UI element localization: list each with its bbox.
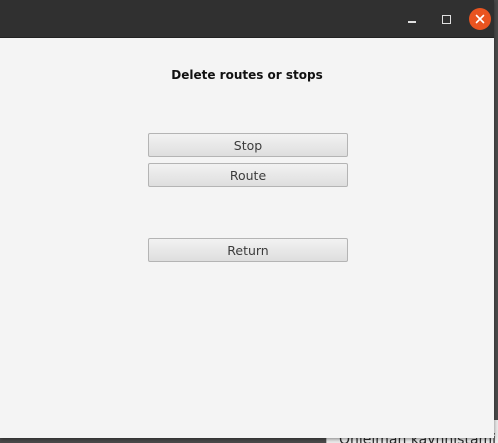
window-content: Delete routes or stops Stop Route Return	[0, 38, 494, 438]
close-button[interactable]	[469, 8, 491, 30]
minimize-button[interactable]	[401, 8, 423, 30]
maximize-button[interactable]	[435, 8, 457, 30]
route-button[interactable]: Route	[148, 163, 348, 187]
minimize-icon	[408, 21, 416, 23]
return-button[interactable]: Return	[148, 238, 348, 262]
title-bar[interactable]	[0, 0, 494, 38]
page-title: Delete routes or stops	[171, 68, 323, 82]
stop-button[interactable]: Stop	[148, 133, 348, 157]
maximize-icon	[441, 14, 451, 24]
app-window: Delete routes or stops Stop Route Return	[0, 0, 494, 438]
close-icon	[475, 14, 485, 24]
